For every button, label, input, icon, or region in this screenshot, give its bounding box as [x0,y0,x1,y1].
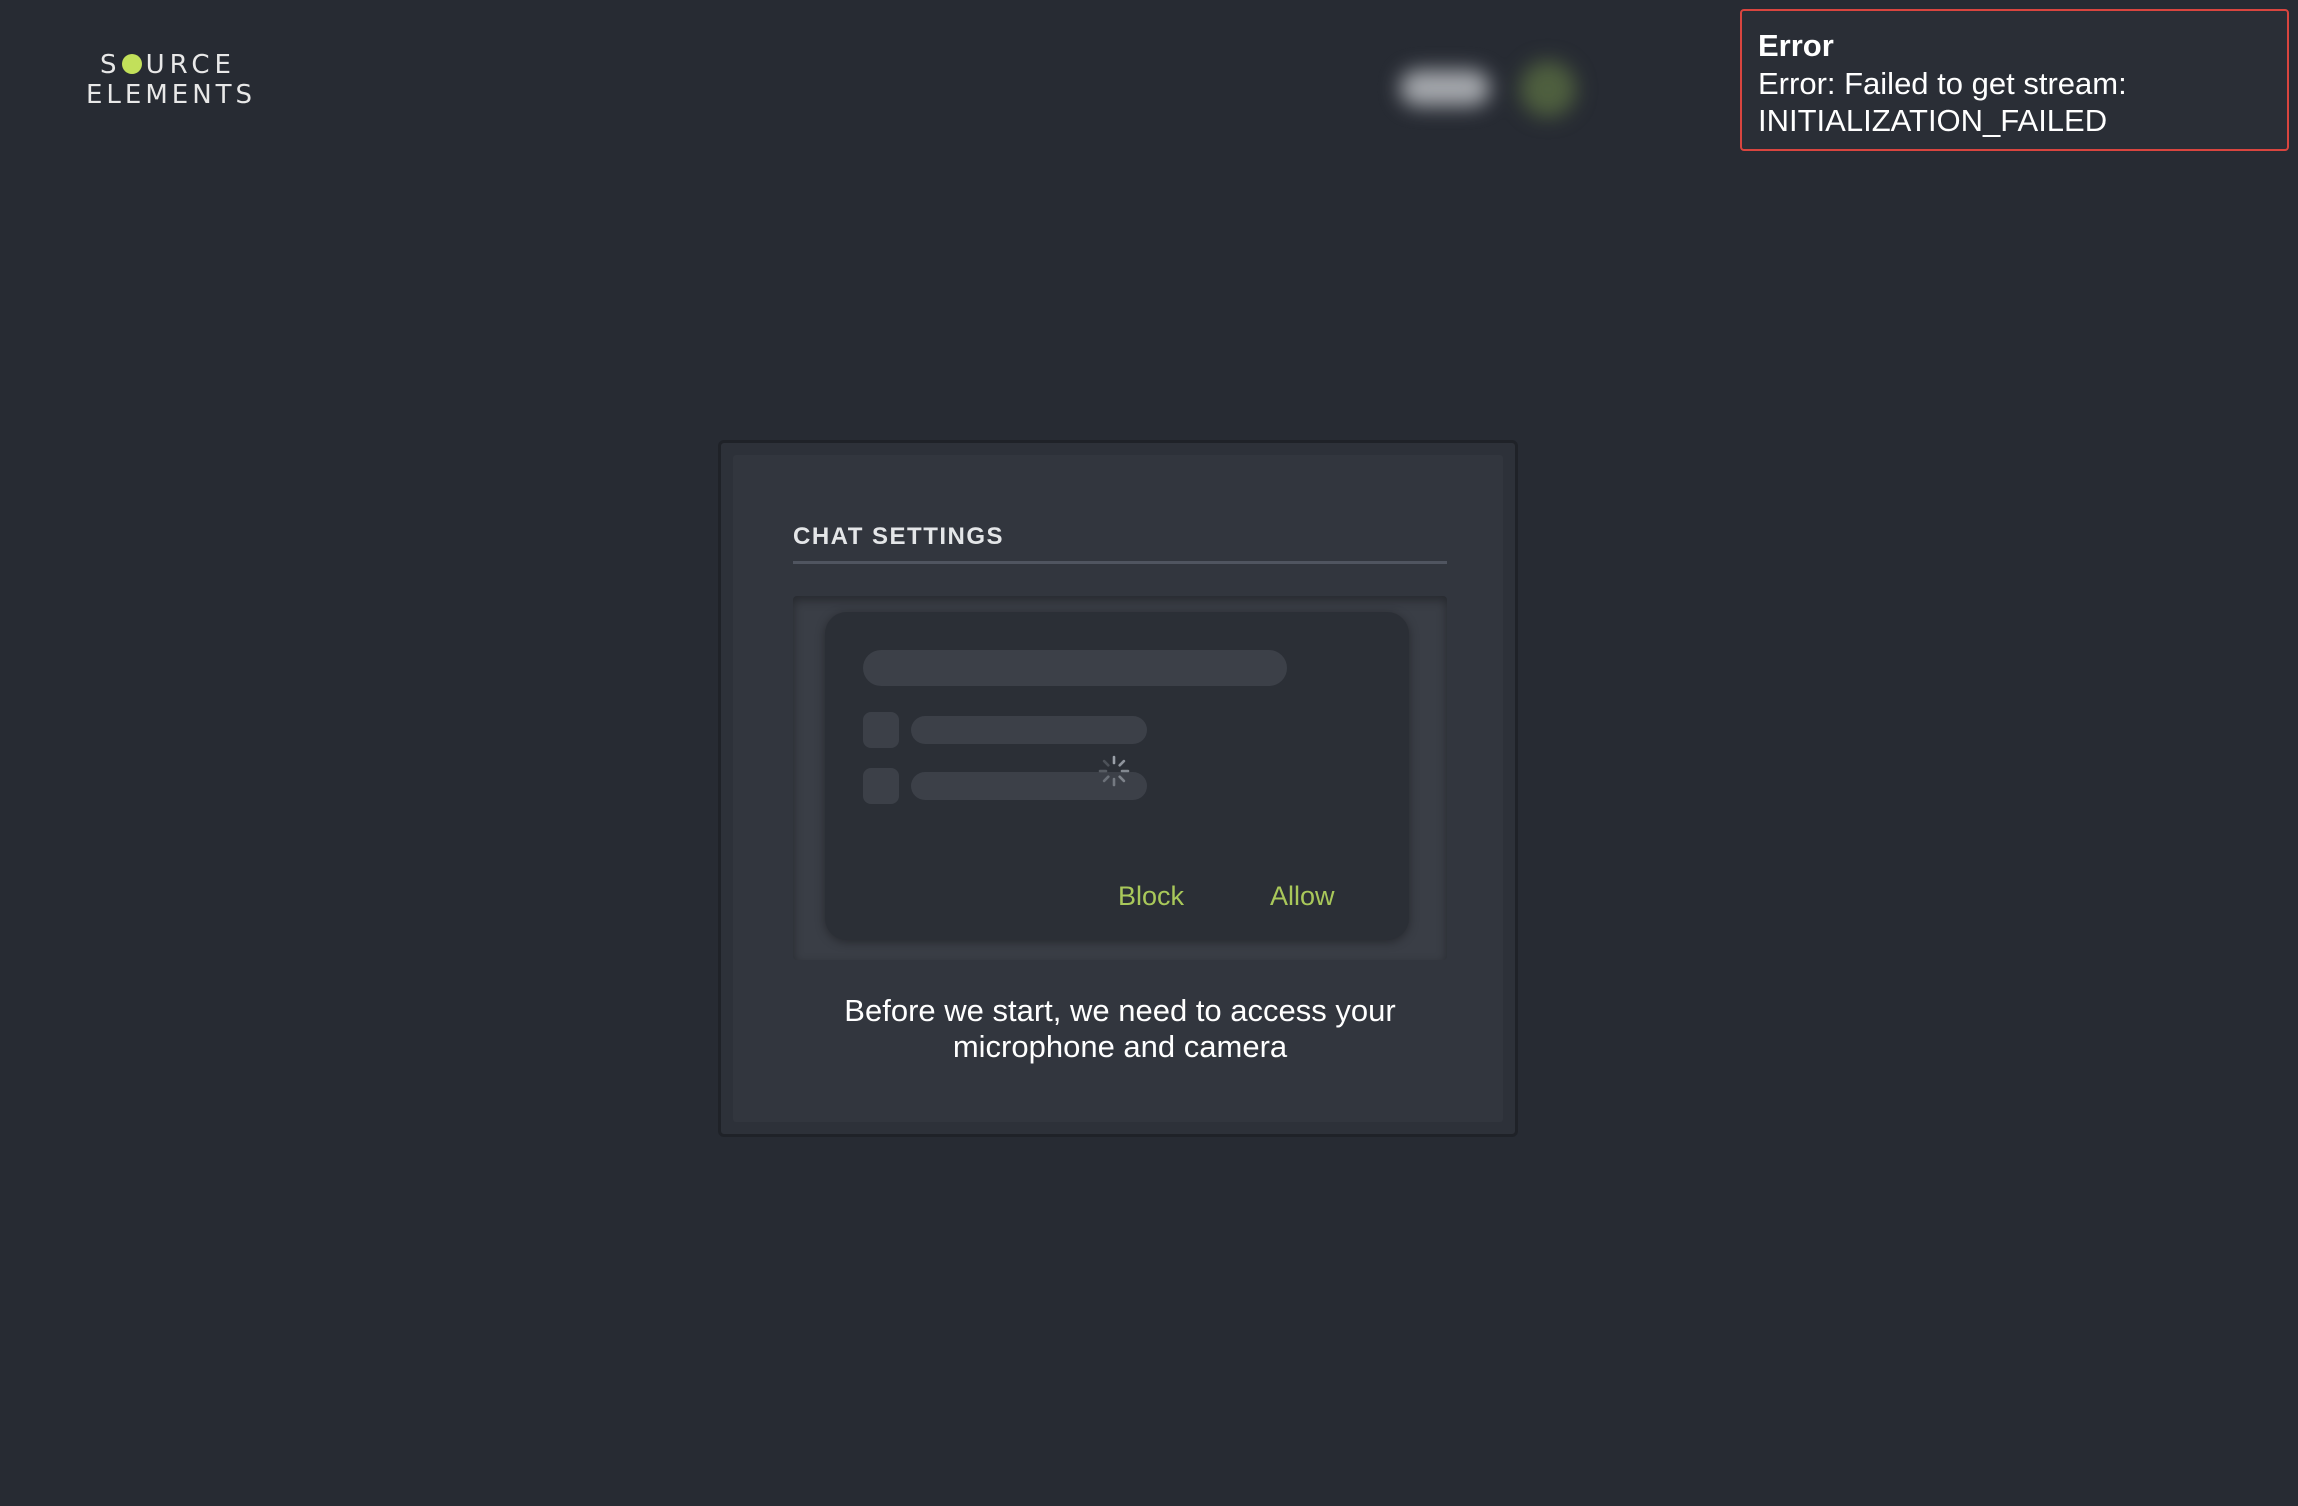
error-title: Error [1758,28,1834,63]
placeholder-camera-box [863,768,899,804]
logo-line-2: ELEMENTS [86,80,257,110]
permission-caption: Before we start, we need to access your … [844,993,1396,1064]
blurred-pill [1400,70,1490,106]
blurred-header-controls [1390,55,1610,125]
permission-prompt-card: Block Allow [825,612,1409,940]
allow-button[interactable]: Allow [1270,880,1335,912]
modal-divider [793,561,1447,564]
blurred-avatar [1520,61,1576,117]
logo-letters-urce: URCE [145,50,236,80]
placeholder-mic-box [863,712,899,748]
placeholder-title-bar [863,650,1287,686]
modal-title: CHAT SETTINGS [793,523,1005,550]
page: S URCE ELEMENTS Error Error: Failed to ge… [0,0,2298,1506]
permission-illustration: Block Allow [793,596,1447,960]
loading-spinner-icon [1098,755,1130,787]
error-message: Error: Failed to get stream: INITIALIZAT… [1758,66,2127,138]
source-elements-logo: S URCE ELEMENTS [86,52,257,110]
chat-settings-modal: CHAT SETTINGS Block Allow Before we star… [718,440,1518,1137]
logo-letter-s: S [100,50,122,80]
modal-body: CHAT SETTINGS Block Allow Before we star… [733,455,1503,1122]
placeholder-mic-line [911,716,1147,744]
block-button[interactable]: Block [1118,880,1184,912]
logo-line-1: S URCE [86,52,250,78]
error-toast[interactable]: Error Error: Failed to get stream: INITI… [1740,9,2289,151]
logo-dot-icon [121,54,142,74]
